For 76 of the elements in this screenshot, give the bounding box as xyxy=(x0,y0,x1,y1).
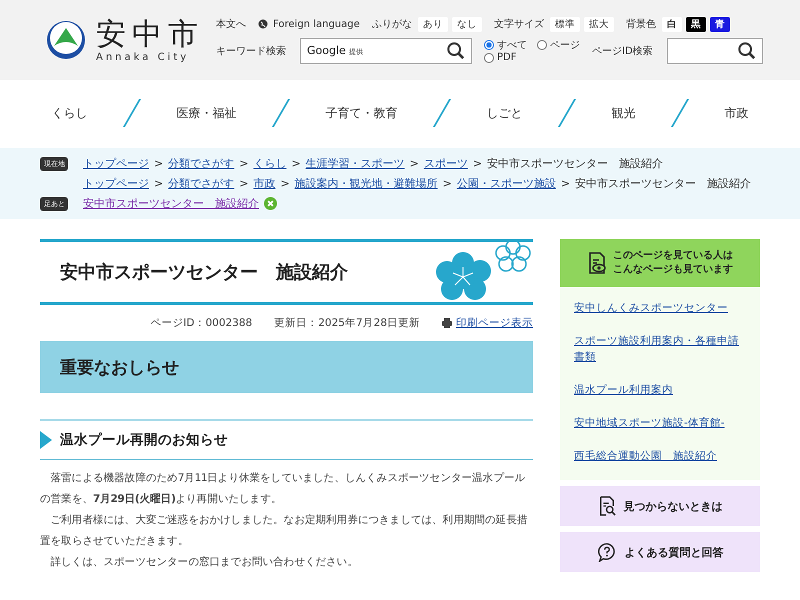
breadcrumb-link[interactable]: くらし xyxy=(253,156,286,171)
breadcrumb-link[interactable]: 市政 xyxy=(253,176,276,191)
background-color-option[interactable]: 白 xyxy=(662,16,682,32)
page-id-search-field[interactable] xyxy=(666,38,763,64)
page-id: ページID：0002388 xyxy=(150,316,252,330)
notice-heading: 重要なおしらせ xyxy=(60,356,179,378)
nav-item[interactable]: 子育て・教育 xyxy=(326,104,398,122)
updated-date: 更新日：2025年7月28日更新 xyxy=(274,316,420,330)
text-size-option[interactable]: 標準 xyxy=(550,16,580,32)
breadcrumb-separator: > xyxy=(239,157,248,170)
breadcrumb-link[interactable]: 分類でさがす xyxy=(168,156,234,171)
related-page-link[interactable]: 西毛総合運動公園 施設紹介 xyxy=(574,443,746,476)
skip-link[interactable]: 本文へ xyxy=(216,17,246,31)
body-paragraph: 詳しくは、スポーツセンターの窓口までお問い合わせください。 xyxy=(50,555,359,570)
search-scope-radio[interactable]: ページ xyxy=(537,38,580,52)
breadcrumb-separator: > xyxy=(280,177,290,190)
document-eye-icon xyxy=(587,252,607,274)
faq-button[interactable]: よくある質問と回答 xyxy=(560,532,760,572)
related-pages-heading: このページを見ている人は xyxy=(613,249,733,263)
breadcrumb-link[interactable]: 分類でさがす xyxy=(168,176,234,191)
nav-item[interactable]: くらし xyxy=(52,104,88,122)
nav-item[interactable]: 市政 xyxy=(724,104,748,122)
related-page-link[interactable]: スポーツ施設利用案内・各種申請書類 xyxy=(574,328,746,377)
breadcrumb-link[interactable]: トップページ xyxy=(83,156,149,171)
background-color-option[interactable]: 青 xyxy=(710,16,730,32)
not-found-help-button[interactable]: 見つからないときは xyxy=(560,486,760,526)
search-icon[interactable] xyxy=(738,42,756,60)
breadcrumb-current: 安中市スポーツセンター 施設紹介 xyxy=(487,156,664,171)
background-color-option[interactable]: 黒 xyxy=(686,16,706,32)
breadcrumb-link[interactable]: 生涯学習・スポーツ xyxy=(306,156,405,171)
city-logo-icon xyxy=(46,20,86,60)
page-title: 安中市スポーツセンター 施設紹介 xyxy=(60,261,348,284)
related-pages-heading: こんなページも見ています xyxy=(613,263,733,277)
search-scope-radio[interactable]: すべて xyxy=(484,38,527,52)
breadcrumb-separator: > xyxy=(291,157,301,170)
city-name: 安中市 xyxy=(96,18,204,52)
search-icon[interactable] xyxy=(447,42,465,60)
footprint-link[interactable]: 安中市スポーツセンター 施設紹介 xyxy=(83,196,259,211)
breadcrumb-link[interactable]: スポーツ xyxy=(424,156,468,171)
question-bubble-icon xyxy=(596,542,616,562)
remove-icon[interactable] xyxy=(264,197,277,210)
breadcrumb-link[interactable]: 公園・スポーツ施設 xyxy=(456,176,556,191)
related-page-link[interactable]: 温水プール利用案内 xyxy=(574,377,746,410)
related-page-link[interactable]: 安中しんくみスポーツセンター xyxy=(574,295,746,328)
breadcrumb-link[interactable]: 施設案内・観光地・避難場所 xyxy=(294,176,438,191)
furigana-option[interactable]: あり xyxy=(418,16,448,32)
text-size-label: 文字サイズ xyxy=(494,18,544,31)
nav-item[interactable]: しごと xyxy=(486,104,522,122)
related-page-link[interactable]: 安中地域スポーツ施設-体育館- xyxy=(574,410,746,443)
breadcrumb-separator: > xyxy=(154,177,164,190)
breadcrumb-separator: > xyxy=(442,177,452,190)
keyword-search-label: キーワード検索 xyxy=(216,44,286,58)
document-search-icon xyxy=(598,496,616,516)
globe-icon xyxy=(258,19,268,29)
foreign-language-link[interactable]: Foreign language xyxy=(273,18,360,30)
breadcrumb-separator: > xyxy=(560,177,570,190)
furigana-label: ふりがな xyxy=(372,18,412,31)
breadcrumb-current: 安中市スポーツセンター 施設紹介 xyxy=(575,176,752,191)
body-paragraph: ご利用者様には、大変ご迷惑をおかけしました。なお定期利用券につきましては、利用期間の延長措置を取らさせていただきます。 xyxy=(40,513,529,549)
breadcrumb-separator: > xyxy=(239,177,248,190)
triangle-icon xyxy=(40,431,52,449)
breadcrumb-separator: > xyxy=(410,157,419,170)
city-subtitle: Annaka City xyxy=(96,52,190,62)
nav-item[interactable]: 観光 xyxy=(611,104,636,122)
furigana-option[interactable]: なし xyxy=(452,16,482,32)
text-size-option[interactable]: 拡大 xyxy=(584,16,614,32)
body-paragraph: 落雷による機器故障のため7月11日より休業をしていました、しんくみスポーツセンター温水プールの営業を、7月29日(火曜日)より再開いたします。 xyxy=(40,471,526,507)
nav-item[interactable]: 医療・福祉 xyxy=(176,104,237,122)
breadcrumb-separator: > xyxy=(154,157,164,170)
section-heading: 温水プール再開のお知らせ xyxy=(60,431,228,449)
print-link[interactable]: 印刷ページ表示 xyxy=(456,316,533,330)
page-id-search-label: ページID検索 xyxy=(592,44,653,58)
search-scope-radio[interactable]: PDF xyxy=(484,52,527,63)
background-color-label: 背景色 xyxy=(626,18,656,31)
breadcrumb-link[interactable]: トップページ xyxy=(83,176,149,191)
breadcrumb-separator: > xyxy=(472,157,482,170)
